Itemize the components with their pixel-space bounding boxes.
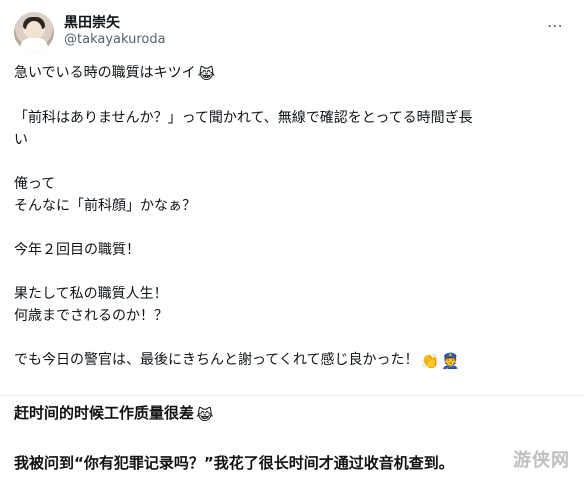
- more-options-icon[interactable]: ⋯: [547, 16, 564, 35]
- tweet-line-text: でも今日の警官は、最後にきちんと謝ってくれて感じ良かった！: [14, 352, 419, 368]
- crying-cat-emoji-icon: 😹: [197, 65, 216, 83]
- watermark-logo: 游侠网: [513, 450, 570, 471]
- clapping-hands-emoji-icon: 👏: [420, 352, 440, 370]
- tweet-text: 急いでいる時の職質はキツイ 😹 「前科はありませんか？」って聞かれて、無線で確認を…: [14, 62, 570, 372]
- tweet-line: 何歳までされるのか！？: [14, 308, 168, 324]
- crying-cat-emoji-icon: 😹: [196, 406, 214, 424]
- avatar[interactable]: [14, 12, 54, 52]
- police-officer-emoji-icon: 👮: [441, 352, 460, 370]
- tweet-line: 今年２回目の職質！: [14, 242, 140, 258]
- translation-line-text: 赶时间的时候工作质量很差: [14, 404, 195, 422]
- tweet-line: 果たして私の職質人生！: [14, 286, 168, 302]
- tweet-line: 「前科はありませんか？」って聞かれて、無線で確認をとってる時間ぎ長: [14, 110, 473, 126]
- translation-line: 赶时间的时候工作质量很差 😹: [14, 402, 214, 424]
- user-handle[interactable]: @takayakuroda: [64, 32, 166, 47]
- tweet-line-text: 急いでいる時の職質はキツイ: [14, 65, 196, 81]
- tweet-header: 黒田崇矢 @takayakuroda ⋯: [14, 10, 570, 54]
- tweet-line: でも今日の警官は、最後にきちんと謝ってくれて感じ良かった！ 👏 👮: [14, 349, 570, 372]
- tweet-line: 俺って: [14, 176, 56, 192]
- tweet-line: そんなに「前科顔」かなぁ？: [14, 198, 196, 214]
- avatar-body: [20, 38, 48, 52]
- display-name[interactable]: 黒田崇矢: [64, 12, 120, 32]
- avatar-face: [26, 21, 42, 39]
- tweet-line: 急いでいる時の職質はキツイ 😹: [14, 62, 570, 85]
- tweet-line: い: [14, 132, 28, 148]
- translation-line: 我被问到“你有犯罪记录吗？”我花了很长时间才通过收音机查到。: [14, 454, 454, 472]
- divider: [0, 395, 584, 396]
